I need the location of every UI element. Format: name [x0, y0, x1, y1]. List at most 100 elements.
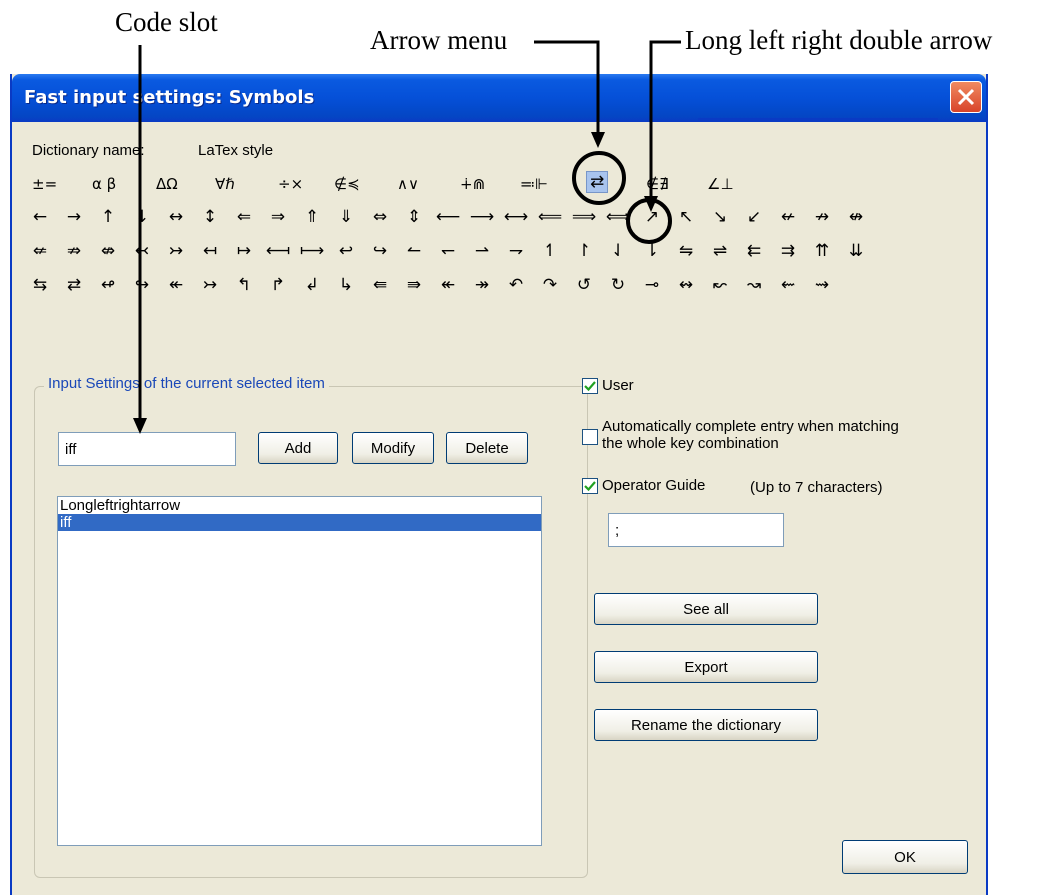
- arrow-symbol-r1-c2[interactable]: →: [60, 207, 88, 227]
- arrow-symbol-r3-c3[interactable]: ↫: [94, 275, 122, 295]
- arrow-symbol-r2-c15[interactable]: ⇁: [502, 241, 530, 261]
- arrow-symbol-r3-c5[interactable]: ↞: [162, 275, 190, 295]
- list-item[interactable]: iff: [58, 514, 541, 531]
- code-list[interactable]: Longleftrightarrow iff: [57, 496, 542, 846]
- arrow-symbol-r3-c7[interactable]: ↰: [230, 275, 258, 295]
- tab-relations[interactable]: ∉≼: [334, 175, 360, 193]
- add-button[interactable]: Add: [258, 432, 338, 464]
- arrow-symbol-r2-c5[interactable]: ↣: [162, 241, 190, 261]
- tab-plusminus[interactable]: ±=: [32, 175, 57, 193]
- tab-greek-upper[interactable]: ΔΩ: [156, 175, 178, 193]
- see-all-button[interactable]: See all: [594, 593, 818, 625]
- arrow-symbol-r2-c20[interactable]: ⇋: [672, 241, 700, 261]
- tab-misc-operators[interactable]: ∔⋒: [460, 175, 485, 193]
- arrow-symbol-r3-c9[interactable]: ↲: [298, 275, 326, 295]
- arrow-symbol-r3-c17[interactable]: ↺: [570, 275, 598, 295]
- arrow-symbol-r3-c18[interactable]: ↻: [604, 275, 632, 295]
- tab-greek-lower[interactable]: α β: [92, 175, 116, 193]
- arrow-symbol-r3-c14[interactable]: ↠: [468, 275, 496, 295]
- arrow-symbol-r3-c19[interactable]: ⊸: [638, 275, 666, 295]
- arrow-symbol-r3-c22[interactable]: ↝: [740, 275, 768, 295]
- arrow-symbol-r1-c14[interactable]: ⟶: [468, 207, 496, 227]
- arrow-symbol-r2-c4[interactable]: ↢: [128, 241, 156, 261]
- title-bar[interactable]: Fast input settings: Symbols: [12, 74, 986, 122]
- operator-guide-input[interactable]: ;: [608, 513, 784, 547]
- arrow-symbol-r1-c5[interactable]: ↔: [162, 207, 190, 227]
- export-button[interactable]: Export: [594, 651, 818, 683]
- arrow-symbol-r2-c8[interactable]: ⟻: [264, 241, 292, 261]
- arrow-symbol-r2-c25[interactable]: ⇊: [842, 241, 870, 261]
- arrow-symbol-r2-c21[interactable]: ⇌: [706, 241, 734, 261]
- tab-operators[interactable]: ÷×: [278, 175, 303, 193]
- arrow-symbol-r1-c6[interactable]: ↕: [196, 207, 224, 227]
- arrow-symbol-r1-c20[interactable]: ↖: [672, 207, 700, 227]
- code-input[interactable]: iff: [58, 432, 236, 466]
- arrow-symbol-r2-c6[interactable]: ↤: [196, 241, 224, 261]
- arrow-symbol-r1-c4[interactable]: ↓: [128, 207, 156, 227]
- arrow-symbol-r1-c9[interactable]: ⇑: [298, 207, 326, 227]
- delete-button[interactable]: Delete: [446, 432, 528, 464]
- arrow-symbol-r2-c17[interactable]: ↾: [570, 241, 598, 261]
- arrow-symbol-r1-c1[interactable]: ←: [26, 207, 54, 227]
- arrow-symbol-r3-c20[interactable]: ↭: [672, 275, 700, 295]
- arrow-symbol-r3-c15[interactable]: ↶: [502, 275, 530, 295]
- arrow-symbol-r1-c23[interactable]: ↚: [774, 207, 802, 227]
- arrow-symbol-r2-c12[interactable]: ↼: [400, 241, 428, 261]
- arrow-symbol-r1-c19[interactable]: ↗: [638, 207, 666, 227]
- tab-logic[interactable]: ∀ℏ: [215, 175, 235, 193]
- modify-button[interactable]: Modify: [352, 432, 434, 464]
- arrow-symbol-r3-c16[interactable]: ↷: [536, 275, 564, 295]
- arrow-symbol-r2-c23[interactable]: ⇉: [774, 241, 802, 261]
- arrow-symbol-r2-c10[interactable]: ↩: [332, 241, 360, 261]
- tab-arrows[interactable]: ⇄: [586, 171, 609, 193]
- arrow-symbol-r1-c15[interactable]: ⟷: [502, 207, 530, 227]
- arrow-symbol-r2-c2[interactable]: ⇏: [60, 241, 88, 261]
- arrow-symbol-r1-c11[interactable]: ⇔: [366, 207, 394, 227]
- arrow-symbol-r3-c10[interactable]: ↳: [332, 275, 360, 295]
- arrow-symbol-r2-c9[interactable]: ⟼: [298, 241, 326, 261]
- auto-complete-checkbox[interactable]: [582, 429, 598, 445]
- arrow-symbol-r3-c11[interactable]: ⇚: [366, 275, 394, 295]
- arrow-symbol-r2-c1[interactable]: ⇍: [26, 241, 54, 261]
- arrow-symbol-r1-c18[interactable]: ⟺: [604, 207, 632, 227]
- arrow-symbol-r2-c11[interactable]: ↪: [366, 241, 394, 261]
- arrow-symbol-r3-c23[interactable]: ⇜: [774, 275, 802, 295]
- arrow-symbol-r3-c1[interactable]: ⇆: [26, 275, 54, 295]
- arrow-symbol-r3-c12[interactable]: ⇛: [400, 275, 428, 295]
- arrow-symbol-r2-c14[interactable]: ⇀: [468, 241, 496, 261]
- arrow-symbol-r1-c8[interactable]: ⇒: [264, 207, 292, 227]
- arrow-symbol-r1-c22[interactable]: ↙: [740, 207, 768, 227]
- arrow-symbol-r3-c21[interactable]: ↜: [706, 275, 734, 295]
- arrow-symbol-r1-c25[interactable]: ↮: [842, 207, 870, 227]
- arrow-symbol-r2-c7[interactable]: ↦: [230, 241, 258, 261]
- arrow-symbol-r3-c13[interactable]: ↞: [434, 275, 462, 295]
- tab-wedge-vee[interactable]: ∧∨: [397, 175, 419, 193]
- arrow-symbol-r1-c10[interactable]: ⇓: [332, 207, 360, 227]
- arrow-symbol-r1-c3[interactable]: ↑: [94, 207, 122, 227]
- list-item[interactable]: Longleftrightarrow: [58, 497, 541, 514]
- ok-button[interactable]: OK: [842, 840, 968, 874]
- arrow-symbol-r3-c4[interactable]: ↬: [128, 275, 156, 295]
- arrow-symbol-r1-c24[interactable]: ↛: [808, 207, 836, 227]
- arrow-symbol-r2-c19[interactable]: ⇂: [638, 241, 666, 261]
- arrow-symbol-r3-c8[interactable]: ↱: [264, 275, 292, 295]
- arrow-symbol-r1-c13[interactable]: ⟵: [434, 207, 462, 227]
- arrow-symbol-r2-c13[interactable]: ↽: [434, 241, 462, 261]
- arrow-symbol-r3-c6[interactable]: ↣: [196, 275, 224, 295]
- tab-turnstiles[interactable]: ≕⊩: [520, 175, 548, 193]
- arrow-symbol-r1-c17[interactable]: ⟹: [570, 207, 598, 227]
- arrow-symbol-r1-c7[interactable]: ⇐: [230, 207, 258, 227]
- arrow-symbol-r1-c16[interactable]: ⟸: [536, 207, 564, 227]
- arrow-symbol-r3-c2[interactable]: ⇄: [60, 275, 88, 295]
- tab-geometry[interactable]: ∠⊥: [707, 175, 734, 193]
- tab-negations[interactable]: ∉∄: [646, 175, 669, 193]
- arrow-symbol-r1-c21[interactable]: ↘: [706, 207, 734, 227]
- user-checkbox[interactable]: [582, 378, 598, 394]
- operator-guide-checkbox[interactable]: [582, 478, 598, 494]
- arrow-symbol-r2-c16[interactable]: ↿: [536, 241, 564, 261]
- arrow-symbol-r2-c18[interactable]: ⇃: [604, 241, 632, 261]
- arrow-symbol-r2-c22[interactable]: ⇇: [740, 241, 768, 261]
- close-button[interactable]: [950, 81, 982, 113]
- rename-dictionary-button[interactable]: Rename the dictionary: [594, 709, 818, 741]
- arrow-symbol-r1-c12[interactable]: ⇕: [400, 207, 428, 227]
